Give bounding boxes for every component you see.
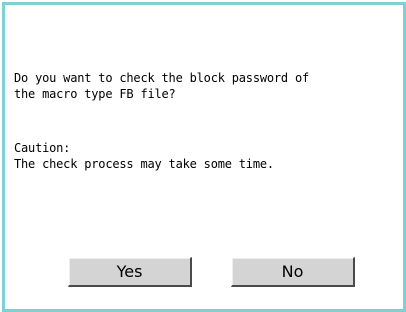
confirm-dialog: Do you want to check the block password …	[2, 2, 406, 312]
question-line-1: Do you want to check the block password …	[14, 71, 310, 85]
yes-button-label: Yes	[116, 262, 143, 281]
no-button-label: No	[281, 262, 304, 281]
caution-text: The check process may take some time.	[14, 157, 274, 171]
question-line-2: the macro type FB file?	[14, 87, 176, 101]
no-button[interactable]: No	[231, 257, 355, 287]
caution-label: Caution:	[14, 141, 71, 155]
yes-button[interactable]: Yes	[68, 257, 192, 287]
